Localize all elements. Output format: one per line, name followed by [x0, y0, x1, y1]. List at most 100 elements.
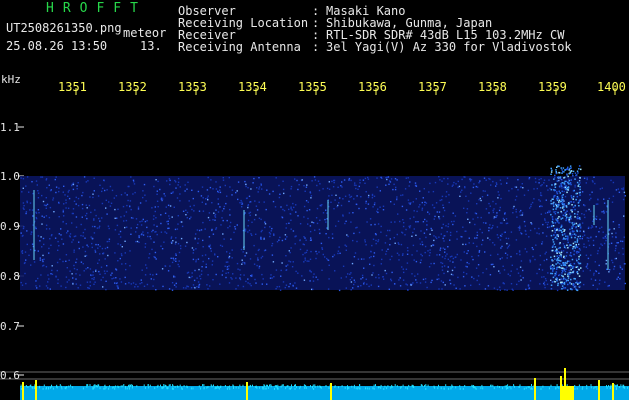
noise-speck — [517, 189, 519, 191]
noise-speck — [517, 226, 520, 229]
echo-speck — [573, 262, 576, 265]
noise-speck — [93, 177, 95, 179]
noise-speck — [489, 239, 491, 241]
noise-speck — [265, 208, 267, 211]
noise-speck — [519, 266, 522, 268]
noise-speck — [382, 209, 385, 211]
bottom-power-speck — [227, 386, 229, 389]
noise-speck — [421, 201, 423, 204]
noise-speck — [315, 250, 317, 253]
noise-speck — [22, 178, 25, 180]
noise-speck — [35, 227, 37, 230]
noise-speck — [554, 176, 556, 179]
noise-speck — [258, 188, 260, 190]
noise-speck — [72, 183, 75, 186]
noise-speck — [595, 215, 598, 218]
noise-speck — [164, 195, 166, 197]
noise-speck — [91, 237, 94, 240]
bottom-power-speck — [462, 387, 464, 390]
noise-speck — [237, 268, 239, 270]
bottom-power-speck — [445, 384, 447, 387]
noise-speck — [289, 261, 292, 263]
echo-speck — [571, 258, 574, 261]
noise-speck — [595, 218, 598, 220]
noise-speck — [481, 196, 484, 198]
noise-speck — [499, 234, 502, 237]
echo-speck — [561, 190, 563, 193]
echo-speck — [554, 189, 557, 191]
noise-speck — [593, 176, 595, 178]
noise-speck — [366, 283, 368, 285]
echo-speck — [578, 248, 581, 250]
noise-speck — [244, 212, 246, 214]
noise-speck — [495, 185, 497, 187]
noise-speck — [179, 186, 181, 188]
noise-speck — [493, 244, 496, 246]
echo-speck — [550, 188, 553, 191]
echo-speck — [562, 194, 564, 196]
noise-speck — [375, 242, 377, 245]
noise-speck — [373, 255, 375, 258]
noise-speck — [446, 253, 448, 255]
noise-speck — [117, 243, 119, 245]
noise-speck — [21, 252, 24, 254]
noise-speck — [333, 181, 335, 184]
noise-speck — [247, 205, 249, 207]
noise-speck — [93, 283, 95, 285]
echo-speck — [571, 271, 573, 274]
noise-speck — [151, 230, 153, 233]
noise-speck — [442, 237, 444, 240]
noise-speck — [543, 179, 546, 181]
noise-speck — [172, 257, 174, 259]
noise-speck — [431, 279, 433, 282]
noise-speck — [243, 274, 245, 276]
noise-speck — [451, 255, 453, 257]
noise-speck — [58, 190, 60, 193]
noise-speck — [271, 245, 273, 247]
echo-speck — [579, 224, 581, 226]
y-tick-label: 0.7 — [0, 320, 20, 333]
noise-speck — [566, 210, 568, 212]
noise-speck — [424, 201, 426, 203]
noise-speck — [249, 258, 252, 260]
noise-speck — [419, 243, 422, 245]
noise-speck — [515, 186, 518, 188]
noise-speck — [65, 207, 67, 209]
noise-speck — [608, 243, 611, 245]
noise-speck — [26, 201, 28, 204]
noise-speck — [138, 236, 140, 239]
bottom-power-speck — [290, 386, 292, 389]
noise-speck — [611, 201, 614, 203]
noise-speck — [619, 272, 621, 275]
noise-speck — [447, 246, 449, 248]
noise-speck — [479, 197, 481, 200]
noise-speck — [493, 287, 496, 289]
noise-speck — [344, 222, 346, 225]
noise-speck — [476, 231, 478, 234]
echo-speck — [562, 167, 565, 169]
noise-speck — [613, 265, 616, 268]
noise-speck — [611, 232, 613, 235]
echo-speck — [561, 172, 563, 174]
noise-speck — [360, 278, 362, 280]
echo-speck — [552, 270, 554, 272]
noise-band-background — [20, 176, 625, 290]
noise-speck — [419, 282, 422, 284]
noise-speck — [247, 219, 250, 222]
bottom-power-speck — [313, 388, 315, 390]
bottom-power-speck — [390, 386, 392, 389]
echo-speck — [551, 224, 553, 227]
noise-speck — [316, 253, 318, 255]
echo-speck — [577, 282, 579, 284]
noise-speck — [578, 180, 581, 182]
noise-speck — [368, 285, 370, 288]
noise-speck — [219, 244, 222, 247]
bottom-power-speck — [68, 385, 70, 388]
noise-speck — [220, 224, 222, 226]
noise-speck — [405, 228, 407, 231]
noise-speck — [591, 226, 594, 228]
noise-speck — [271, 277, 273, 279]
echo-speck — [571, 222, 573, 224]
noise-speck — [441, 195, 444, 198]
noise-speck — [22, 207, 25, 209]
